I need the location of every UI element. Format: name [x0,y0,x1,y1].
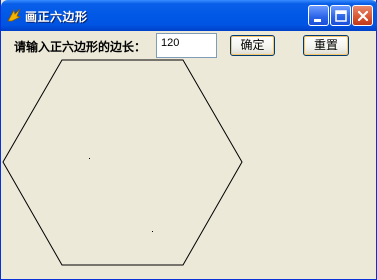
canvas-dot [152,231,153,232]
app-window: 画正六边形 请输入正六边形的边长： 120 确定 重置 [0,0,377,280]
drawing-canvas [2,59,243,266]
canvas-dot [89,158,90,159]
hexagon [2,59,243,266]
